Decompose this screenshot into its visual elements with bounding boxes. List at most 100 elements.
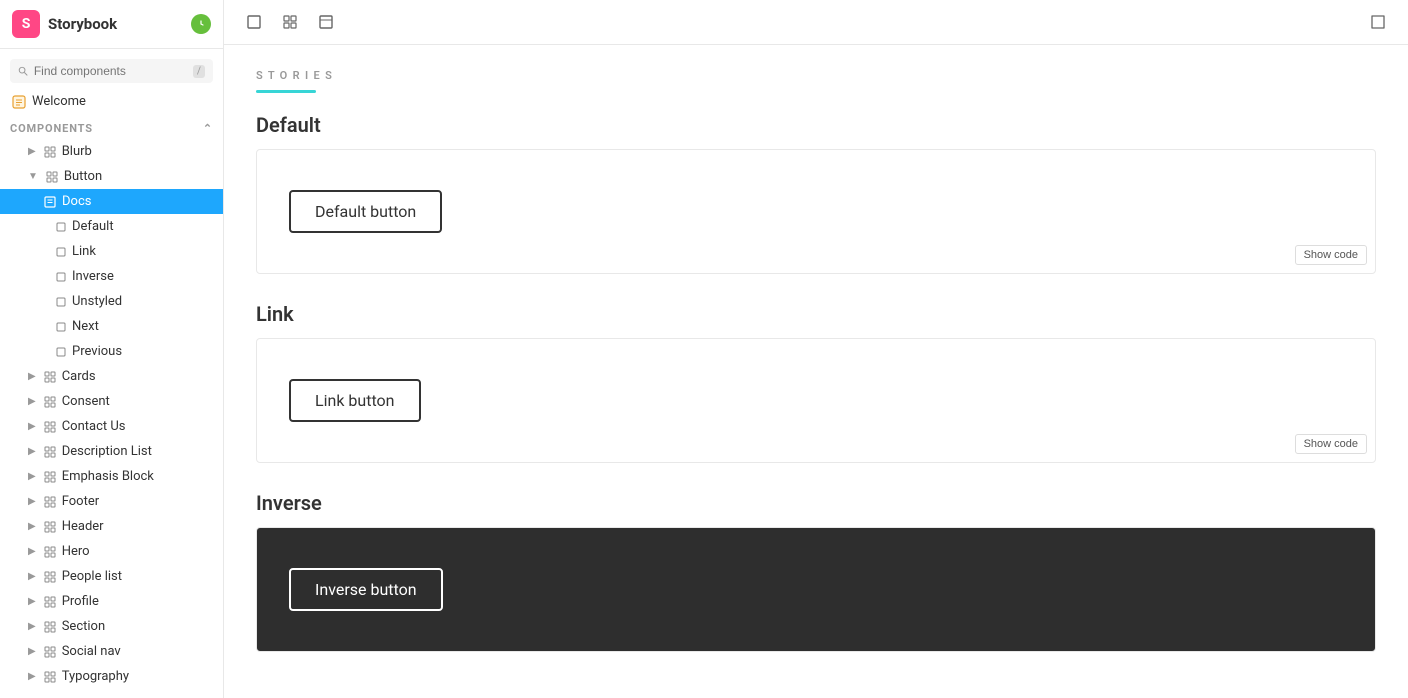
default-story-icon	[56, 222, 66, 232]
story-preview-inner-link: Link button	[257, 339, 1375, 462]
section-arrow: ▶	[28, 621, 36, 632]
search-icon	[18, 65, 28, 77]
footer-label: Footer	[62, 494, 99, 509]
people-list-arrow: ▶	[28, 571, 36, 582]
default-button-demo[interactable]: Default button	[289, 190, 442, 233]
hero-label: Hero	[62, 544, 90, 559]
sidebar-item-people-list[interactable]: ▶ People list	[0, 564, 223, 589]
social-nav-grid-icon	[44, 646, 56, 658]
sidebar-item-typography[interactable]: ▶ Typography	[0, 664, 223, 689]
contact-us-arrow: ▶	[28, 421, 36, 432]
sidebar-item-consent[interactable]: ▶ Consent	[0, 389, 223, 414]
section-title-link: Link	[224, 282, 1408, 338]
show-code-default[interactable]: Show code	[1295, 245, 1367, 265]
sidebar-header: S Storybook	[0, 0, 223, 49]
social-nav-arrow: ▶	[28, 646, 36, 657]
sidebar-item-link[interactable]: Link	[0, 239, 223, 264]
sidebar-item-hero[interactable]: ▶ Hero	[0, 539, 223, 564]
sidebar-item-blurb[interactable]: ▶ Blurb	[0, 139, 223, 164]
sidebar-item-profile[interactable]: ▶ Profile	[0, 589, 223, 614]
storybook-logo: S	[12, 10, 40, 38]
sidebar-item-default[interactable]: Default	[0, 214, 223, 239]
sidebar-scroll: Welcome COMPONENTS ⌃ ▶ Blurb ▼	[0, 89, 223, 698]
unstyled-label: Unstyled	[72, 294, 122, 309]
blurb-arrow: ▶	[28, 146, 36, 157]
sidebar-item-inverse[interactable]: Inverse	[0, 264, 223, 289]
logo-letter: S	[22, 16, 31, 32]
profile-label: Profile	[62, 594, 99, 609]
story-preview-link: Link button Show code	[256, 338, 1376, 463]
desc-list-grid-icon	[44, 446, 56, 458]
docs-label: Docs	[62, 194, 91, 209]
hero-grid-icon	[44, 546, 56, 558]
profile-grid-icon	[44, 596, 56, 608]
cards-arrow: ▶	[28, 371, 36, 382]
emphasis-grid-icon	[44, 471, 56, 483]
sidebar-item-docs[interactable]: Docs	[0, 189, 223, 214]
sidebar-item-footer[interactable]: ▶ Footer	[0, 489, 223, 514]
stories-label: S T O R I E S	[224, 45, 1408, 82]
sidebar-item-previous[interactable]: Previous	[0, 339, 223, 364]
link-label: Link	[72, 244, 96, 259]
sidebar-item-header[interactable]: ▶ Header	[0, 514, 223, 539]
button-label: Button	[64, 169, 102, 184]
social-nav-label: Social nav	[62, 644, 121, 659]
consent-label: Consent	[62, 394, 110, 409]
sidebar-item-section[interactable]: ▶ Section	[0, 614, 223, 639]
sidebar-item-social-nav[interactable]: ▶ Social nav	[0, 639, 223, 664]
next-story-icon	[56, 322, 66, 332]
inverse-story-icon	[56, 272, 66, 282]
footer-arrow: ▶	[28, 496, 36, 507]
toolbar-grid-view[interactable]	[276, 8, 304, 36]
unstyled-story-icon	[56, 297, 66, 307]
sidebar-item-unstyled[interactable]: Unstyled	[0, 289, 223, 314]
section-grid-icon	[44, 621, 56, 633]
consent-arrow: ▶	[28, 396, 36, 407]
components-header: COMPONENTS ⌃	[0, 114, 223, 139]
link-story-icon	[56, 247, 66, 257]
sidebar-item-emphasis-block[interactable]: ▶ Emphasis Block	[0, 464, 223, 489]
next-label: Next	[72, 319, 99, 334]
toolbar-frame-view[interactable]	[312, 8, 340, 36]
typography-arrow: ▶	[28, 671, 36, 682]
search-slash-hint: /	[193, 65, 205, 78]
sidebar-item-next[interactable]: Next	[0, 314, 223, 339]
emphasis-arrow: ▶	[28, 471, 36, 482]
hero-arrow: ▶	[28, 546, 36, 557]
blurb-label: Blurb	[62, 144, 92, 159]
components-arrow: ⌃	[203, 122, 213, 135]
story-preview-default: Default button Show code	[256, 149, 1376, 274]
toolbar-expand-icon[interactable]	[1364, 8, 1392, 36]
story-preview-inner-inverse: Inverse button	[257, 528, 1375, 651]
inverse-label: Inverse	[72, 269, 114, 284]
profile-arrow: ▶	[28, 596, 36, 607]
default-label: Default	[72, 219, 114, 234]
header-label: Header	[62, 519, 104, 534]
sidebar-item-contact-us[interactable]: ▶ Contact Us	[0, 414, 223, 439]
sidebar-item-welcome[interactable]: Welcome	[0, 89, 223, 114]
header-arrow: ▶	[28, 521, 36, 532]
section-label: Section	[62, 619, 105, 634]
search-bar[interactable]: /	[10, 59, 213, 83]
show-code-link[interactable]: Show code	[1295, 434, 1367, 454]
sidebar-item-button[interactable]: ▼ Button	[0, 164, 223, 189]
previous-label: Previous	[72, 344, 122, 359]
story-preview-inverse: Inverse button	[256, 527, 1376, 652]
section-title-inverse: Inverse	[224, 471, 1408, 527]
desc-list-arrow: ▶	[28, 446, 36, 457]
description-list-label: Description List	[62, 444, 152, 459]
button-grid-icon	[46, 171, 58, 183]
toolbar-single-view[interactable]	[240, 8, 268, 36]
search-input[interactable]	[34, 64, 187, 78]
section-title-default: Default	[224, 93, 1408, 149]
header-grid-icon	[44, 521, 56, 533]
inverse-button-demo[interactable]: Inverse button	[289, 568, 443, 611]
main-area: S T O R I E S Default Default button Sho…	[224, 0, 1408, 698]
content-area: S T O R I E S Default Default button Sho…	[224, 45, 1408, 698]
update-icon[interactable]	[191, 14, 211, 34]
typography-label: Typography	[62, 669, 129, 684]
link-button-demo[interactable]: Link button	[289, 379, 421, 422]
contact-us-label: Contact Us	[62, 419, 126, 434]
sidebar-item-cards[interactable]: ▶ Cards	[0, 364, 223, 389]
sidebar-item-description-list[interactable]: ▶ Description List	[0, 439, 223, 464]
